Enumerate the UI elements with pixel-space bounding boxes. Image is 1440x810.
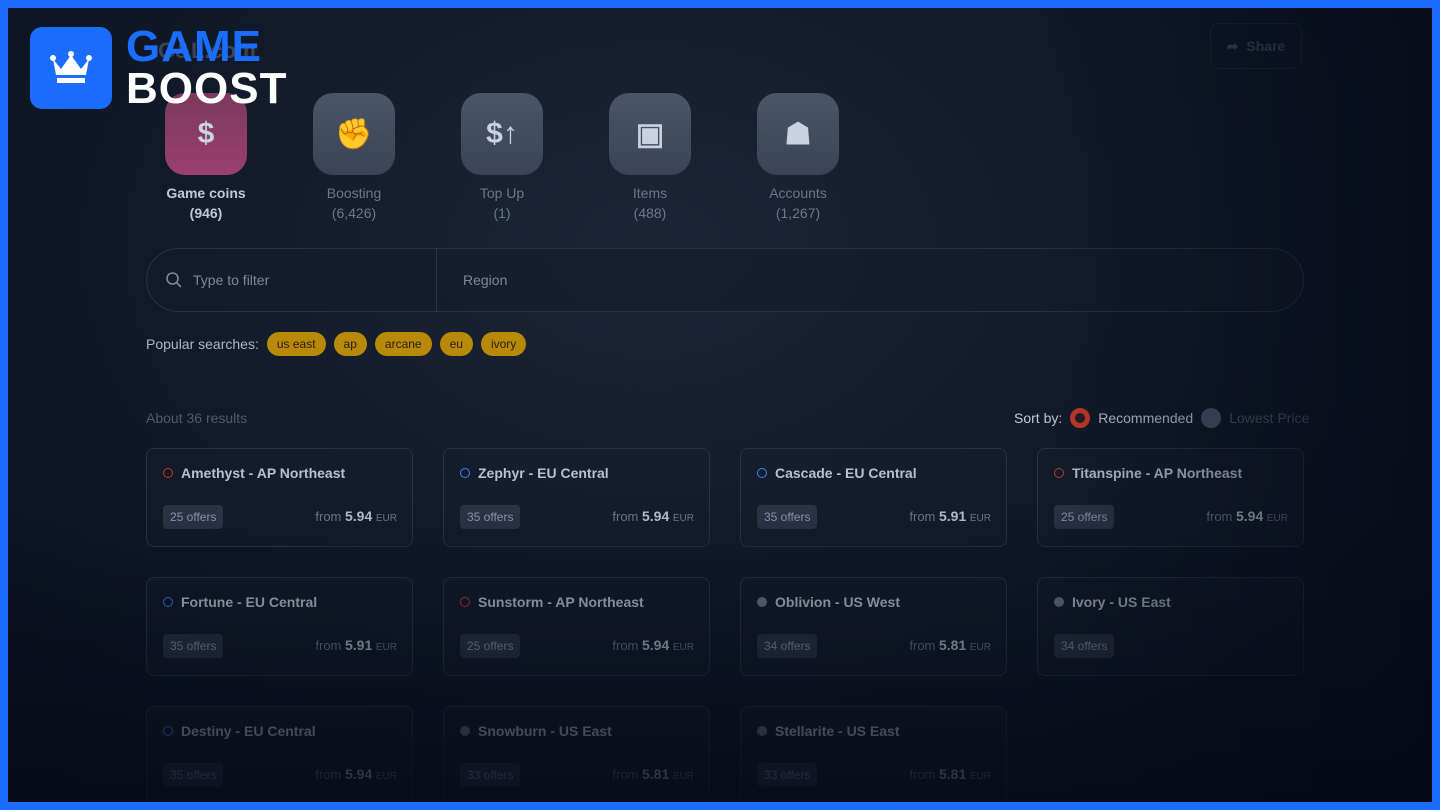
offers-badge: 33 offers	[460, 763, 521, 787]
popular-chip[interactable]: ap	[333, 332, 367, 356]
search-icon	[166, 272, 182, 288]
search-bar: Type to filter Region	[146, 248, 1304, 312]
server-card[interactable]: Amethyst - AP Northeast 25 offers from 5.9…	[146, 448, 413, 547]
category-label: Items	[632, 185, 668, 201]
popular-searches: Popular searches: us east ap arcane eu ivory	[146, 332, 527, 356]
page: G&L.com ➦ Share $ Game coins (946) ✊ Boosting…	[8, 8, 1432, 802]
category-label: Accounts	[769, 185, 827, 201]
server-card[interactable]: Destiny - EU Central 35 offers from 5.94 E…	[146, 706, 413, 802]
card-name: Ivory - US East	[1072, 594, 1171, 610]
card-price: from 5.94 EUR	[315, 766, 397, 782]
sort-recommended-label[interactable]: Recommended	[1098, 410, 1193, 426]
region-select[interactable]: Region	[437, 272, 507, 288]
fist-flame-icon: ✊	[313, 93, 395, 175]
offers-badge: 34 offers	[1054, 634, 1115, 658]
sort-control: Sort by: Recommended Lowest Price	[1014, 408, 1309, 428]
card-price: from 5.94 EUR	[612, 508, 694, 524]
card-price: from 5.81 EUR	[909, 637, 991, 653]
category-count: (1,267)	[775, 205, 821, 221]
region-icon	[460, 726, 470, 736]
logo-line2: BOOST	[126, 64, 288, 113]
offers-badge: 35 offers	[163, 634, 224, 658]
region-icon	[163, 726, 173, 736]
sort-recommended-radio[interactable]	[1070, 408, 1091, 428]
share-button[interactable]: ➦ Share	[1210, 23, 1302, 69]
category-boosting[interactable]: ✊ Boosting (6,426)	[294, 93, 414, 221]
sort-label: Sort by:	[1014, 410, 1063, 426]
server-card[interactable]: Oblivion - US West 34 offers from 5.81 EUR	[740, 577, 1007, 676]
crown-icon	[30, 27, 112, 109]
server-card[interactable]: Sunstorm - AP Northeast 25 offers from 5.9…	[443, 577, 710, 676]
region-icon	[757, 726, 767, 736]
card-name: Stellarite - US East	[775, 723, 900, 739]
offers-badge: 25 offers	[163, 505, 224, 529]
category-label: Top Up	[479, 185, 525, 201]
card-price: from 5.91 EUR	[315, 637, 397, 653]
region-icon	[163, 468, 173, 478]
card-price: from 5.94 EUR	[612, 637, 694, 653]
server-card[interactable]: Ivory - US East 34 offers	[1037, 577, 1304, 676]
popular-chip[interactable]: arcane	[374, 332, 432, 356]
offers-badge: 25 offers	[1054, 505, 1115, 529]
region-icon	[460, 468, 470, 478]
category-items[interactable]: ▣ Items (488)	[590, 93, 710, 221]
category-label: Boosting	[326, 185, 382, 201]
card-name: Zephyr - EU Central	[478, 465, 609, 481]
category-count: (1)	[493, 205, 511, 221]
region-icon	[1054, 468, 1064, 478]
card-name: Fortune - EU Central	[181, 594, 318, 610]
gameboost-logo: GAME BOOST	[30, 22, 288, 113]
region-icon	[757, 597, 767, 607]
category-label: Game coins	[166, 185, 246, 201]
card-price: from 5.81 EUR	[612, 766, 694, 782]
popular-label: Popular searches:	[146, 336, 259, 352]
category-accounts[interactable]: ☗ Accounts (1,267)	[738, 93, 858, 221]
popular-chip[interactable]: us east	[266, 332, 326, 356]
region-icon	[757, 468, 767, 478]
category-count: (488)	[633, 205, 667, 221]
offers-badge: 35 offers	[163, 763, 224, 787]
results-count: About 36 results	[146, 410, 248, 426]
category-top-up[interactable]: $↑ Top Up (1)	[442, 93, 562, 221]
chest-icon: ▣	[609, 93, 691, 175]
offers-badge: 25 offers	[460, 634, 521, 658]
card-price: from 5.94 EUR	[315, 508, 397, 524]
card-price: from 5.94 EUR	[1206, 508, 1288, 524]
card-price: from 5.91 EUR	[909, 508, 991, 524]
category-count: (946)	[189, 205, 223, 221]
server-card[interactable]: Snowburn - US East 33 offers from 5.81 EUR	[443, 706, 710, 802]
sort-lowest-price-radio[interactable]	[1201, 408, 1222, 428]
server-card[interactable]: Cascade - EU Central 35 offers from 5.91 E…	[740, 448, 1007, 547]
region-icon	[460, 597, 470, 607]
filter-input[interactable]: Type to filter	[147, 249, 437, 311]
card-name: Amethyst - AP Northeast	[181, 465, 346, 481]
offers-badge: 34 offers	[757, 634, 818, 658]
card-name: Snowburn - US East	[478, 723, 612, 739]
card-name: Sunstorm - AP Northeast	[478, 594, 644, 610]
server-card[interactable]: Zephyr - EU Central 35 offers from 5.94 EU…	[443, 448, 710, 547]
offers-badge: 35 offers	[460, 505, 521, 529]
sort-lowest-price-label[interactable]: Lowest Price	[1229, 410, 1309, 426]
card-name: Cascade - EU Central	[775, 465, 917, 481]
category-count: (6,426)	[331, 205, 377, 221]
region-icon	[1054, 597, 1064, 607]
account-mask-icon: ☗	[757, 93, 839, 175]
card-price: from 5.81 EUR	[909, 766, 991, 782]
popular-chip[interactable]: ivory	[480, 332, 527, 356]
share-label: Share	[1246, 38, 1286, 54]
filter-placeholder: Type to filter	[193, 272, 270, 288]
server-card[interactable]: Stellarite - US East 33 offers from 5.81 E…	[740, 706, 1007, 802]
server-card[interactable]: Titanspine - AP Northeast 25 offers from 5…	[1037, 448, 1304, 547]
region-icon	[163, 597, 173, 607]
popular-chip[interactable]: eu	[439, 332, 473, 356]
logo-line1: GAME	[126, 22, 262, 71]
offers-badge: 35 offers	[757, 505, 818, 529]
server-card[interactable]: Fortune - EU Central 35 offers from 5.91 E…	[146, 577, 413, 676]
card-name: Destiny - EU Central	[181, 723, 316, 739]
offers-badge: 33 offers	[757, 763, 818, 787]
topup-icon: $↑	[461, 93, 543, 175]
card-name: Titanspine - AP Northeast	[1072, 465, 1243, 481]
card-name: Oblivion - US West	[775, 594, 900, 610]
share-icon: ➦	[1226, 37, 1239, 54]
